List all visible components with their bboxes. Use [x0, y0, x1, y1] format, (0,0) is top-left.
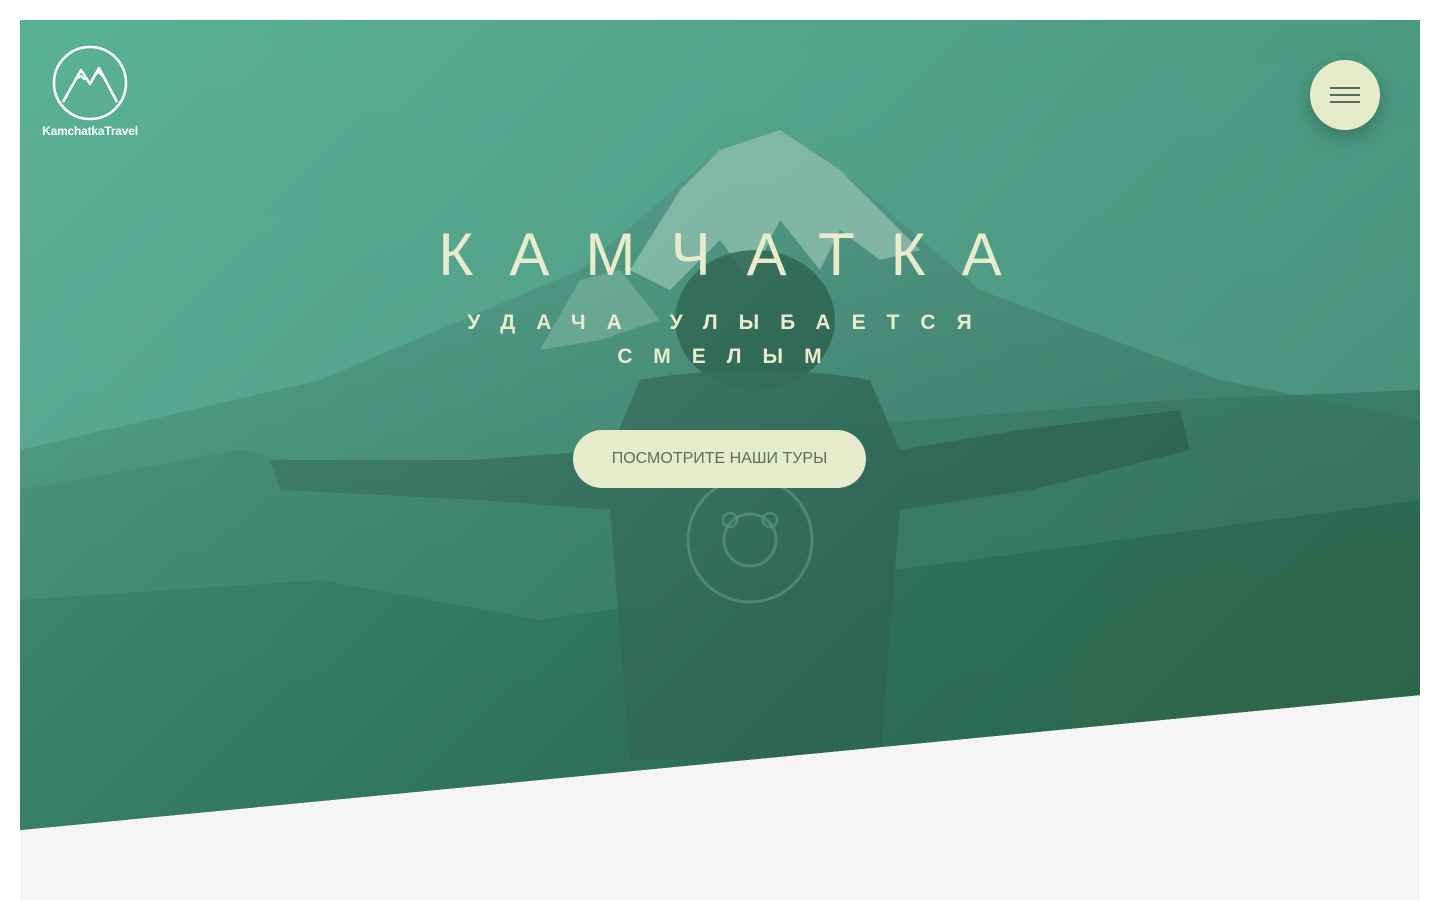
page-frame: KamchatkaTravel КАМЧАТКА УДАЧА УЛЫБАЕТСЯ… [20, 20, 1420, 900]
mountains-icon [52, 45, 128, 121]
view-tours-button[interactable]: ПОСМОТРИТЕ НАШИ ТУРЫ [573, 430, 866, 488]
hero-title: КАМЧАТКА [438, 221, 1038, 288]
hero-section: KamchatkaTravel КАМЧАТКА УДАЧА УЛЫБАЕТСЯ… [20, 20, 1420, 830]
logo[interactable]: KamchatkaTravel [42, 44, 138, 138]
logo-text: KamchatkaTravel [42, 124, 138, 138]
hero-color-overlay [20, 20, 1420, 830]
hero-subtitle: УДАЧА УЛЫБАЕТСЯ СМЕЛЫМ [467, 311, 993, 368]
menu-button[interactable] [1310, 60, 1380, 130]
